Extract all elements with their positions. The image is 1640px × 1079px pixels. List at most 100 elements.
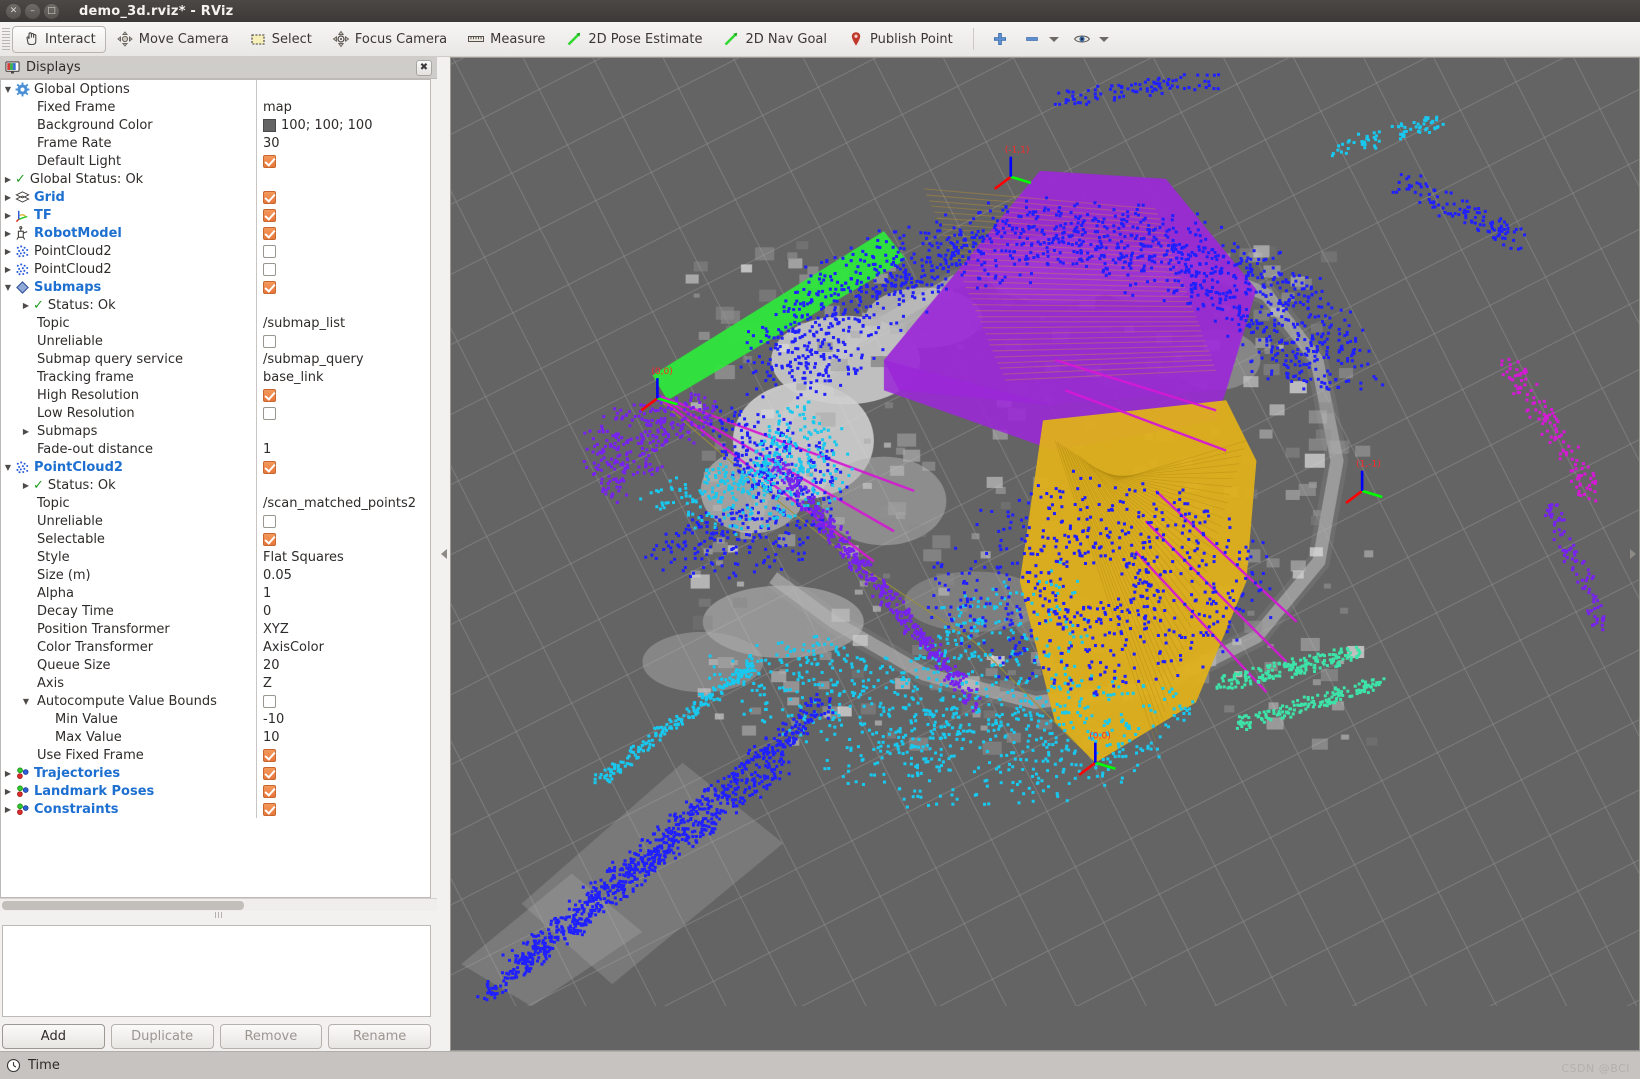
checkbox[interactable] xyxy=(263,406,276,420)
display-row-value[interactable]: 100; 100; 100 xyxy=(257,118,430,133)
chevron-down-icon[interactable] xyxy=(1098,36,1109,42)
display-row-value[interactable] xyxy=(257,694,430,708)
window-maximize-button[interactable]: □ xyxy=(44,3,59,19)
display-tree-row[interactable]: ▼ Autocompute Value Bounds xyxy=(1,692,430,710)
checkbox[interactable] xyxy=(263,244,276,258)
toolbar-drag-grip[interactable] xyxy=(2,28,10,50)
display-tree-row[interactable]: ▶ Grid xyxy=(1,188,430,206)
add-button[interactable]: Add xyxy=(2,1023,105,1049)
display-tree-row[interactable]: ▼ PointCloud2 xyxy=(1,458,430,476)
display-tree-row[interactable]: ▶ Background Color 100; 100; 100 xyxy=(1,116,430,134)
display-tree-row[interactable]: ▶ Topic/scan_matched_points2 xyxy=(1,494,430,512)
chevron-down-icon[interactable]: ▼ xyxy=(1,463,15,472)
display-row-value[interactable]: Flat Squares xyxy=(257,550,430,565)
display-tree-row[interactable]: ▶ Position Transformer XYZ xyxy=(1,620,430,638)
display-row-value[interactable]: 30 xyxy=(257,136,430,151)
chevron-right-icon[interactable]: ▶ xyxy=(19,427,33,436)
display-tree-row[interactable]: ▶ Selectable xyxy=(1,530,430,548)
display-row-value[interactable] xyxy=(257,406,430,420)
chevron-right-icon[interactable]: ▶ xyxy=(1,787,15,796)
display-row-value[interactable]: /submap_query xyxy=(257,352,430,367)
chevron-down-icon[interactable]: ▼ xyxy=(19,697,33,706)
display-tree-row[interactable]: ▶ Fade-out distance 1 xyxy=(1,440,430,458)
display-tree-row[interactable]: ▶ Constraints xyxy=(1,800,430,818)
display-row-value[interactable] xyxy=(257,244,430,258)
chevron-right-icon[interactable]: ▶ xyxy=(19,481,33,490)
tool-add-view[interactable] xyxy=(984,26,1016,53)
checkbox[interactable] xyxy=(263,208,276,222)
display-tree-row[interactable]: ▶ RobotModel xyxy=(1,224,430,242)
display-row-value[interactable]: 0.05 xyxy=(257,568,430,583)
tool-interact[interactable]: Interact xyxy=(12,25,106,53)
display-tree-row[interactable]: ▶ Axis Z xyxy=(1,674,430,692)
display-row-value[interactable]: map xyxy=(257,100,430,115)
display-tree-row[interactable]: ▶ Submap query service/submap_query xyxy=(1,350,430,368)
checkbox[interactable] xyxy=(263,388,276,402)
checkbox[interactable] xyxy=(263,190,276,204)
display-tree-row[interactable]: ▶ Frame Rate 30 xyxy=(1,134,430,152)
tool-move-camera[interactable]: Move Camera xyxy=(106,26,239,53)
display-row-value[interactable]: /scan_matched_points2 xyxy=(257,496,430,511)
display-row-value[interactable] xyxy=(257,154,430,168)
checkbox[interactable] xyxy=(263,532,276,546)
display-row-value[interactable] xyxy=(257,208,430,222)
tool-publish-point[interactable]: Publish Point xyxy=(837,26,963,53)
display-tree-row[interactable]: ▶ Topic/submap_list xyxy=(1,314,430,332)
chevron-right-icon[interactable]: ▶ xyxy=(1,265,15,274)
dock-splitter[interactable] xyxy=(0,911,437,919)
checkbox[interactable] xyxy=(263,262,276,276)
display-tree-row[interactable]: ▶ Fixed Frame map xyxy=(1,98,430,116)
tool-2d-pose-estimate[interactable]: 2D Pose Estimate xyxy=(555,26,712,53)
display-tree-row[interactable]: ▶ Low Resolution xyxy=(1,404,430,422)
vertical-splitter[interactable] xyxy=(437,57,450,1051)
display-tree-row[interactable]: ▶ PointCloud2 xyxy=(1,260,430,278)
display-row-value[interactable] xyxy=(257,784,430,798)
display-tree-row[interactable]: ▼ Global Options xyxy=(1,80,430,98)
window-close-button[interactable]: ✕ xyxy=(6,3,21,19)
tool-visibility[interactable] xyxy=(1066,26,1116,53)
display-tree-row[interactable]: ▶ Trajectories xyxy=(1,764,430,782)
display-row-value[interactable] xyxy=(257,388,430,402)
display-row-value[interactable] xyxy=(257,280,430,294)
collapse-left-handle[interactable] xyxy=(440,549,447,559)
collapse-right-handle[interactable] xyxy=(1628,544,1638,564)
display-tree-row[interactable]: ▶ Queue Size 20 xyxy=(1,656,430,674)
display-tree-row[interactable]: ▶ ✓ Status: Ok xyxy=(1,476,430,494)
display-tree-row[interactable]: ▶ ✓ Global Status: Ok xyxy=(1,170,430,188)
display-row-value[interactable]: /submap_list xyxy=(257,316,430,331)
display-row-value[interactable] xyxy=(257,748,430,762)
display-row-value[interactable]: 1 xyxy=(257,442,430,457)
display-tree-row[interactable]: ▶ Min Value -10 xyxy=(1,710,430,728)
display-tree-row[interactable]: ▶ Tracking frame base_link xyxy=(1,368,430,386)
displays-tree-container[interactable]: ▼ Global Options ▶ Fixed Frame map ▶ Backgroun… xyxy=(0,79,431,898)
display-row-value[interactable] xyxy=(257,226,430,240)
display-tree-row[interactable]: ▶ Unreliable xyxy=(1,512,430,530)
scrollbar-thumb[interactable] xyxy=(2,901,244,910)
display-tree-row[interactable]: ▶ TF xyxy=(1,206,430,224)
display-tree-row[interactable]: ▶ Landmark Poses xyxy=(1,782,430,800)
chevron-right-icon[interactable]: ▶ xyxy=(1,229,15,238)
display-tree-row[interactable]: ▶ PointCloud2 xyxy=(1,242,430,260)
displays-horizontal-scrollbar[interactable] xyxy=(0,898,437,911)
checkbox[interactable] xyxy=(263,766,276,780)
duplicate-button[interactable]: Duplicate xyxy=(110,1023,214,1049)
checkbox[interactable] xyxy=(263,802,276,816)
close-icon[interactable]: ✖ xyxy=(416,60,432,76)
display-tree-row[interactable]: ▶ Decay Time 0 xyxy=(1,602,430,620)
chevron-right-icon[interactable]: ▶ xyxy=(1,193,15,202)
checkbox[interactable] xyxy=(263,334,276,348)
display-row-value[interactable]: 10 xyxy=(257,730,430,745)
chevron-right-icon[interactable]: ▶ xyxy=(1,175,15,184)
checkbox[interactable] xyxy=(263,226,276,240)
chevron-right-icon[interactable]: ▶ xyxy=(1,769,15,778)
tool-2d-nav-goal[interactable]: 2D Nav Goal xyxy=(712,26,837,53)
chevron-right-icon[interactable]: ▶ xyxy=(1,211,15,220)
display-tree-row[interactable]: ▶ Default Light xyxy=(1,152,430,170)
chevron-down-icon[interactable] xyxy=(1048,36,1059,42)
display-row-value[interactable]: 20 xyxy=(257,658,430,673)
display-row-value[interactable] xyxy=(257,766,430,780)
display-tree-row[interactable]: ▶ Alpha 1 xyxy=(1,584,430,602)
display-tree-row[interactable]: ▶ Color Transformer AxisColor xyxy=(1,638,430,656)
render-view-3d[interactable]: (0,0) (1,-1) (-1,1) (0,0) xyxy=(450,57,1640,1051)
display-row-value[interactable]: XYZ xyxy=(257,622,430,637)
